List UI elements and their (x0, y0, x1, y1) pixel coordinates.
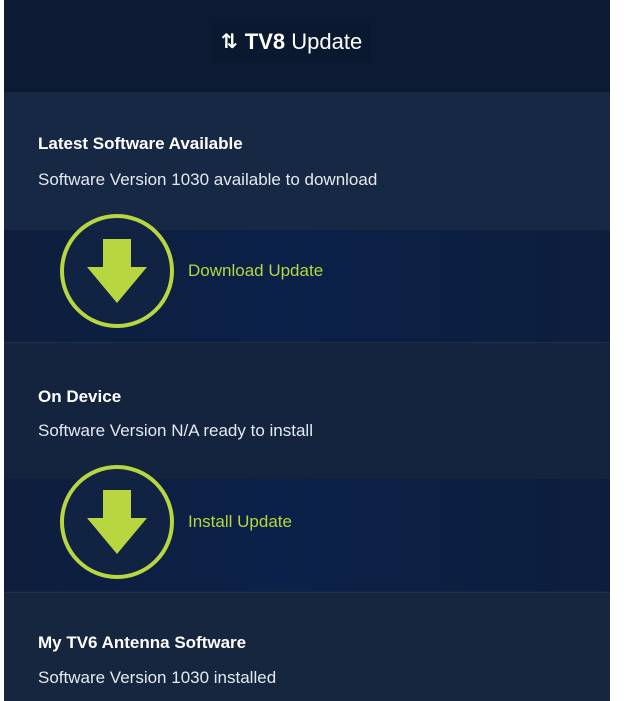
up-down-arrows-icon: ⇅ (221, 31, 238, 53)
header: ⇅ TV8 Update (4, 0, 610, 93)
download-arrow-icon (60, 465, 174, 579)
antenna-software-version: Software Version 1030 installed (38, 668, 277, 687)
antenna-software-section: My TV6 Antenna Software Software Version… (4, 592, 610, 701)
download-update-label: Download Update (188, 261, 324, 280)
install-update-button[interactable]: Install Update (60, 465, 292, 579)
download-arrow-icon (60, 214, 174, 328)
latest-software-version: Software Version 1030 available to downl… (38, 170, 378, 189)
antenna-software-heading: My TV6 Antenna Software (38, 633, 247, 652)
install-update-label: Install Update (188, 512, 292, 531)
title-text: TV8 Update (244, 29, 363, 54)
page-title: ⇅ TV8 Update (213, 22, 371, 62)
on-device-version: Software Version N/A ready to install (38, 421, 313, 440)
download-update-button[interactable]: Download Update (60, 214, 323, 328)
on-device-heading: On Device (38, 387, 122, 406)
latest-software-section: Latest Software Available Software Versi… (4, 92, 610, 342)
update-screen: ⇅ TV8 Update Latest Software Available S… (4, 0, 610, 701)
latest-software-heading: Latest Software Available (38, 134, 243, 153)
on-device-section: On Device Software Version N/A ready to … (4, 342, 610, 593)
